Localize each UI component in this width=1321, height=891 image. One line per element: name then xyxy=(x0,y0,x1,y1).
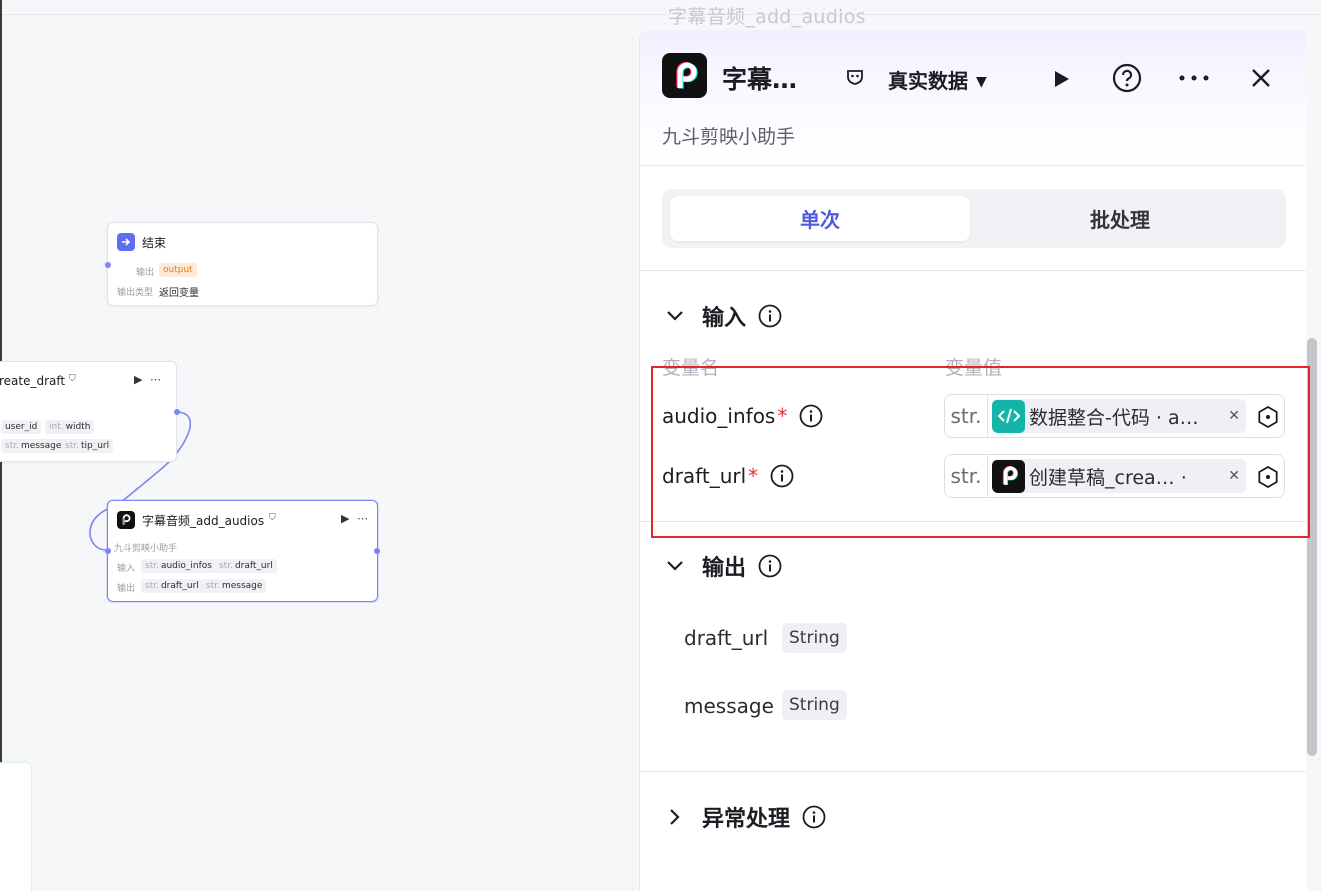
add-audios-node[interactable]: 字幕音频_add_audios ⛉ ▶ ⋯ 九斗剪映小助手 输入 str. aud… xyxy=(105,500,380,602)
add-audios-output-port[interactable] xyxy=(374,548,380,554)
end-output-type-label: 输出类型 xyxy=(117,288,154,298)
required-asterisk: * xyxy=(777,404,788,428)
data-mode-dropdown[interactable]: 真实数据 ▼ xyxy=(888,65,987,94)
input-chip-draft-url: str. draft_url xyxy=(215,559,277,573)
canvas-ghost-title: 字幕音频_add_audios xyxy=(668,6,866,28)
create-draft-node[interactable]: reate_draft ⛉ ▶ ⋯ user_id int. width str.… xyxy=(0,361,180,462)
panel-scrollbar[interactable] xyxy=(1307,338,1317,756)
create-chip-width: int. width xyxy=(45,420,95,434)
variable-select-icon[interactable] xyxy=(1256,405,1280,429)
info-icon[interactable] xyxy=(802,805,826,829)
type-indicator: str. xyxy=(945,455,988,497)
output-section-title: 输出 xyxy=(702,556,747,581)
output-type-tag: String xyxy=(782,690,847,720)
output-type-tag: String xyxy=(782,623,847,653)
run-play-icon[interactable] xyxy=(1046,64,1076,94)
param-name-audio-infos: audio_infos * xyxy=(662,404,823,428)
remove-reference-icon[interactable]: ✕ xyxy=(1228,408,1240,424)
audio-infos-value-field[interactable]: str. 数据整合-代码 · a… ✕ xyxy=(944,394,1285,438)
create-draft-node-actions[interactable]: ▶ ⋯ xyxy=(134,373,163,386)
chevron-down-icon xyxy=(662,310,688,322)
offscreen-node-card[interactable] xyxy=(0,762,32,891)
create-chip-message: str. message xyxy=(1,439,66,453)
output-chip-message: str. message xyxy=(202,579,267,593)
variable-reference-pill[interactable]: 数据整合-代码 · a… ✕ xyxy=(992,399,1246,433)
chevron-right-icon xyxy=(662,808,688,826)
info-icon[interactable] xyxy=(770,464,794,488)
jianying-logo-icon xyxy=(992,459,1025,493)
plugin-tag-icon[interactable] xyxy=(842,64,868,90)
chevron-down-icon xyxy=(662,560,688,572)
add-audios-output-label: 输出 xyxy=(117,584,136,594)
variable-reference-pill[interactable]: 创建草稿_crea… · ✕ xyxy=(992,459,1246,493)
output-chip-draft-url: str. draft_url xyxy=(141,579,203,593)
info-icon[interactable] xyxy=(758,554,782,578)
add-audios-node-subtitle: 九斗剪映小助手 xyxy=(114,544,178,554)
add-audios-node-title: 字幕音频_add_audios xyxy=(142,514,265,528)
jianying-logo-icon xyxy=(117,511,135,529)
create-chip-user-id: user_id xyxy=(1,420,42,434)
help-icon[interactable] xyxy=(1110,61,1144,95)
node-tag-icon: ⛉ xyxy=(69,374,76,384)
reference-text: 数据整合-代码 · a… xyxy=(1029,406,1199,429)
draft-url-value-field[interactable]: str. 创建草稿_crea… · ✕ xyxy=(944,454,1285,498)
input-chip-audio-infos: str. audio_infos xyxy=(141,559,216,573)
variable-select-icon[interactable] xyxy=(1256,465,1280,489)
input-section-title: 输入 xyxy=(702,306,747,331)
end-output-type-value: 返回变量 xyxy=(159,288,199,299)
run-mode-tabs: 单次 批处理 xyxy=(662,189,1286,248)
add-audios-input-port[interactable] xyxy=(105,548,111,554)
end-node-input-port[interactable] xyxy=(105,262,111,268)
output-section-header[interactable]: 输出 xyxy=(662,550,782,582)
type-indicator: str. xyxy=(945,395,988,437)
end-node[interactable]: 结束 输出 output 输出类型 返回变量 xyxy=(105,222,378,306)
node-detail-panel: 字幕… 真实数据 ▼ 九斗剪映小助手 单次 批处理 输入 变量名 变量值 audi… xyxy=(639,30,1306,891)
column-label-value: 变量值 xyxy=(945,357,1003,379)
output-divider xyxy=(640,771,1306,772)
remove-reference-icon[interactable]: ✕ xyxy=(1228,468,1240,484)
jianying-logo-icon xyxy=(662,53,707,98)
tabs-divider xyxy=(640,270,1306,271)
tab-single[interactable]: 单次 xyxy=(670,196,970,241)
code-icon xyxy=(992,399,1025,433)
add-audios-input-label: 输入 xyxy=(117,564,136,574)
panel-subtitle: 九斗剪映小助手 xyxy=(662,126,796,148)
exit-icon xyxy=(117,233,135,251)
output-name-message: message xyxy=(684,694,774,718)
tab-batch[interactable]: 批处理 xyxy=(970,196,1270,241)
end-output-label: 输出 xyxy=(136,268,155,278)
end-node-title: 结束 xyxy=(142,236,167,250)
reference-text: 创建草稿_crea… · xyxy=(1029,466,1187,489)
info-icon[interactable] xyxy=(758,304,782,328)
input-section-header[interactable]: 输入 xyxy=(662,300,782,332)
create-draft-output-port[interactable] xyxy=(174,409,180,415)
required-asterisk: * xyxy=(748,464,759,488)
close-icon[interactable] xyxy=(1246,63,1276,93)
column-label-name: 变量名 xyxy=(662,357,720,379)
header-divider xyxy=(640,165,1306,166)
caret-down-icon: ▼ xyxy=(976,74,987,90)
info-icon[interactable] xyxy=(799,404,823,428)
error-section-title: 异常处理 xyxy=(702,807,791,832)
add-audios-node-actions[interactable]: ▶ ⋯ xyxy=(341,512,370,525)
panel-title[interactable]: 字幕… xyxy=(722,60,797,96)
param-name-draft-url: draft_url * xyxy=(662,464,794,488)
end-output-chip: output xyxy=(159,263,197,277)
node-tag-icon: ⛉ xyxy=(269,513,276,523)
output-name-draft-url: draft_url xyxy=(684,626,769,650)
create-draft-node-title: reate_draft xyxy=(0,374,66,388)
error-section-header[interactable]: 异常处理 xyxy=(662,801,826,833)
create-chip-tip-url: str. tip_url xyxy=(61,439,114,453)
more-options-icon[interactable] xyxy=(1176,64,1212,92)
input-divider xyxy=(640,521,1306,522)
